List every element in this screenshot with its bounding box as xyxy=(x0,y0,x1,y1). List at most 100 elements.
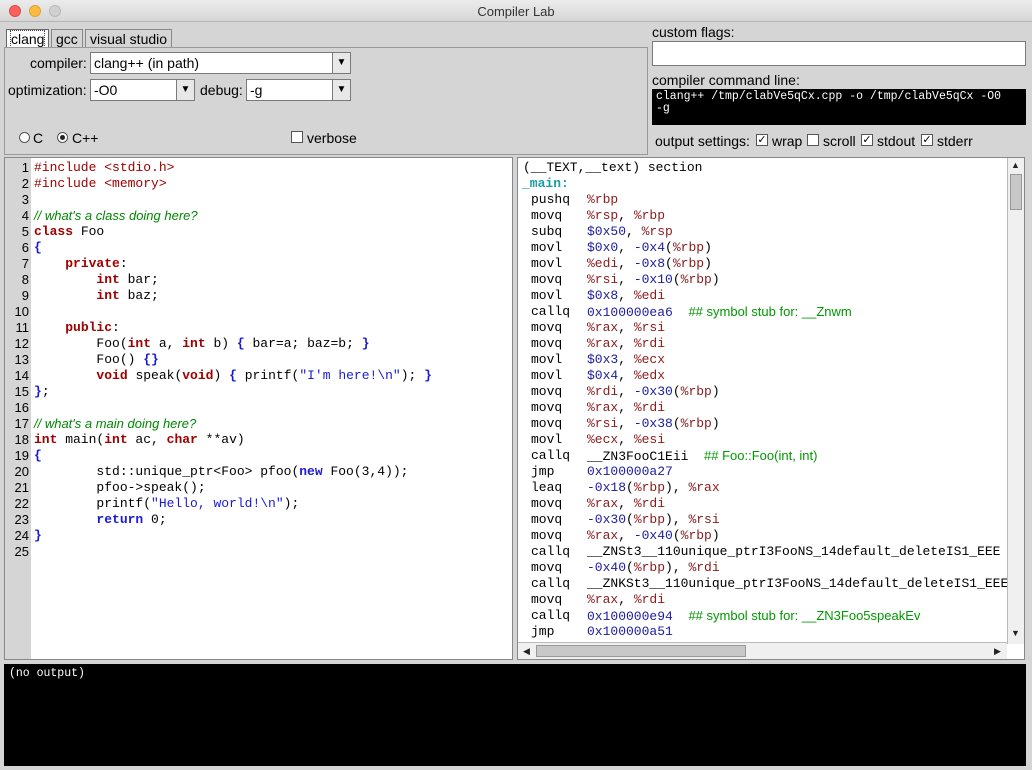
tab-clang-label: clang xyxy=(9,30,46,48)
tab-gcc[interactable]: gcc xyxy=(51,29,83,48)
source-line: 8 int bar; xyxy=(5,272,512,288)
asm-operands: %rsi, -0x10(%rbp) xyxy=(587,272,720,287)
asm-operands: %rbp xyxy=(587,192,619,207)
asm-operands: $0x4, %edx xyxy=(587,368,666,383)
verbose-label: verbose xyxy=(307,130,357,146)
line-number: 16 xyxy=(14,400,29,415)
command-line-label: compiler command line: xyxy=(652,72,800,88)
tab-visual-studio-label: visual studio xyxy=(90,31,168,47)
asm-instruction-line: movl %edi, -0x8(%rbp) xyxy=(518,256,1007,272)
tab-visual-studio[interactable]: visual studio xyxy=(85,29,173,48)
assembly-view[interactable]: (__TEXT,__text) section _main: pushq %rbp… xyxy=(517,157,1025,660)
lang-c-radio[interactable] xyxy=(19,132,30,143)
asm-instruction-line: subq $0x50, %rsp xyxy=(518,224,1007,240)
source-line-text: { xyxy=(34,448,42,463)
asm-operands: $0x0, -0x4(%rbp) xyxy=(587,240,712,255)
asm-opcode: movq xyxy=(531,400,563,415)
asm-vertical-scroll-thumb[interactable] xyxy=(1010,174,1022,210)
asm-horizontal-scrollbar[interactable]: ◀ ▶ xyxy=(518,642,1007,659)
asm-opcode: movq xyxy=(531,528,563,543)
wrap-checkbox[interactable]: ✓ xyxy=(756,134,768,146)
asm-instruction-line: jmp 0x100000a27 xyxy=(518,464,1007,480)
source-line: 19 { xyxy=(5,448,512,464)
compiler-select-value: clang++ (in path) xyxy=(94,55,200,71)
asm-operands: 0x100000ea6 ## symbol stub for: __Znwm xyxy=(587,304,852,320)
asm-operands: 0x100000a51 xyxy=(587,624,673,639)
asm-operands: $0x8, %edi xyxy=(587,288,666,303)
asm-opcode: callq xyxy=(531,448,571,463)
line-number: 17 xyxy=(14,416,29,431)
wrap-label: wrap xyxy=(772,133,803,149)
source-line-text: int bar; xyxy=(96,272,159,287)
source-line: 4 // what's a class doing here? xyxy=(5,208,512,224)
scroll-right-arrow-icon[interactable]: ▶ xyxy=(990,646,1005,657)
source-line-text: Foo(int a, int b) { bar=a; baz=b; } xyxy=(34,336,370,351)
scroll-left-arrow-icon[interactable]: ◀ xyxy=(519,646,534,657)
asm-instruction-line: movl $0x8, %edi xyxy=(518,288,1007,304)
line-number: 7 xyxy=(21,256,29,271)
line-number: 15 xyxy=(14,384,29,399)
asm-instruction-line: movl $0x4, %edx xyxy=(518,368,1007,384)
source-line: 17 // what's a main doing here? xyxy=(5,416,512,432)
title-bar: Compiler Lab xyxy=(0,0,1032,22)
source-line: 18 int main(int ac, char **av) xyxy=(5,432,512,448)
asm-opcode: movq xyxy=(531,208,563,223)
asm-opcode: callq xyxy=(531,608,571,623)
compiler-select[interactable]: clang++ (in path) ▼ xyxy=(90,52,351,74)
stderr-checkbox[interactable]: ✓ xyxy=(921,134,933,146)
asm-instruction-line: movq %rax, -0x40(%rbp) xyxy=(518,528,1007,544)
asm-vertical-scrollbar[interactable]: ▲ ▼ xyxy=(1007,158,1024,644)
source-line-text: { xyxy=(34,240,42,255)
asm-opcode: movl xyxy=(531,368,563,383)
tab-clang[interactable]: clang xyxy=(6,29,50,48)
source-line-text: #include <memory> xyxy=(34,176,167,191)
custom-flags-input[interactable] xyxy=(652,41,1026,66)
line-number: 24 xyxy=(14,528,29,543)
source-line: 22 printf("Hello, world!\n"); xyxy=(5,496,512,512)
asm-opcode: movl xyxy=(531,288,563,303)
line-number: 25 xyxy=(14,544,29,559)
asm-instruction-line: jmp 0x100000a51 xyxy=(518,624,1007,640)
asm-instruction-line: movq %rax, %rdi xyxy=(518,592,1007,608)
asm-opcode: movq xyxy=(531,512,563,527)
line-number: 23 xyxy=(14,512,29,527)
source-line: 3 xyxy=(5,192,512,208)
asm-operands: -0x18(%rbp), %rax xyxy=(587,480,720,495)
debug-select[interactable]: -g ▼ xyxy=(246,79,351,101)
asm-instruction-line: leaq -0x18(%rbp), %rax xyxy=(518,480,1007,496)
source-editor[interactable]: 1 #include <stdio.h> 2 #include <memory> 3 4 /… xyxy=(4,157,513,660)
asm-opcode: movq xyxy=(531,560,563,575)
source-line-text: private: xyxy=(65,256,128,271)
asm-operands: __ZNSt3__110unique_ptrI3FooNS_14default_… xyxy=(587,544,1001,559)
stdout-checkbox[interactable]: ✓ xyxy=(861,134,873,146)
asm-opcode: jmp xyxy=(531,464,555,479)
source-line-text: public: xyxy=(65,320,120,335)
optimization-select[interactable]: -O0 ▼ xyxy=(90,79,195,101)
asm-horizontal-scroll-thumb[interactable] xyxy=(536,645,746,657)
line-number: 19 xyxy=(14,448,29,463)
line-number: 10 xyxy=(14,304,29,319)
scroll-up-arrow-icon[interactable]: ▲ xyxy=(1008,160,1023,170)
asm-opcode: movq xyxy=(531,320,563,335)
asm-operands: __ZN3FooC1Eii ## Foo::Foo(int, int) xyxy=(587,448,818,464)
lang-cpp-radio[interactable] xyxy=(57,132,68,143)
asm-operands: $0x50, %rsp xyxy=(587,224,673,239)
asm-instruction-line: callq __ZNKSt3__110unique_ptrI3FooNS_14de… xyxy=(518,576,1007,592)
asm-operands: %rax, %rdi xyxy=(587,400,666,415)
source-line-text: class Foo xyxy=(34,224,105,239)
asm-operands: %rax, %rdi xyxy=(587,336,666,351)
asm-opcode: subq xyxy=(531,224,563,239)
lang-c-label: C xyxy=(33,130,44,146)
source-line: 5 class Foo xyxy=(5,224,512,240)
source-line: 12 Foo(int a, int b) { bar=a; baz=b; } xyxy=(5,336,512,352)
chevron-down-icon: ▼ xyxy=(332,80,350,100)
asm-opcode: movl xyxy=(531,240,563,255)
scroll-down-arrow-icon[interactable]: ▼ xyxy=(1008,628,1023,638)
asm-opcode: movl xyxy=(531,256,563,271)
line-number: 6 xyxy=(21,240,29,255)
verbose-checkbox[interactable] xyxy=(291,131,303,143)
scroll-checkbox[interactable] xyxy=(807,134,819,146)
source-line-text: std::unique_ptr<Foo> pfoo(new Foo(3,4)); xyxy=(34,464,409,479)
asm-operands: %rsp, %rbp xyxy=(587,208,666,223)
source-line: 23 return 0; xyxy=(5,512,512,528)
